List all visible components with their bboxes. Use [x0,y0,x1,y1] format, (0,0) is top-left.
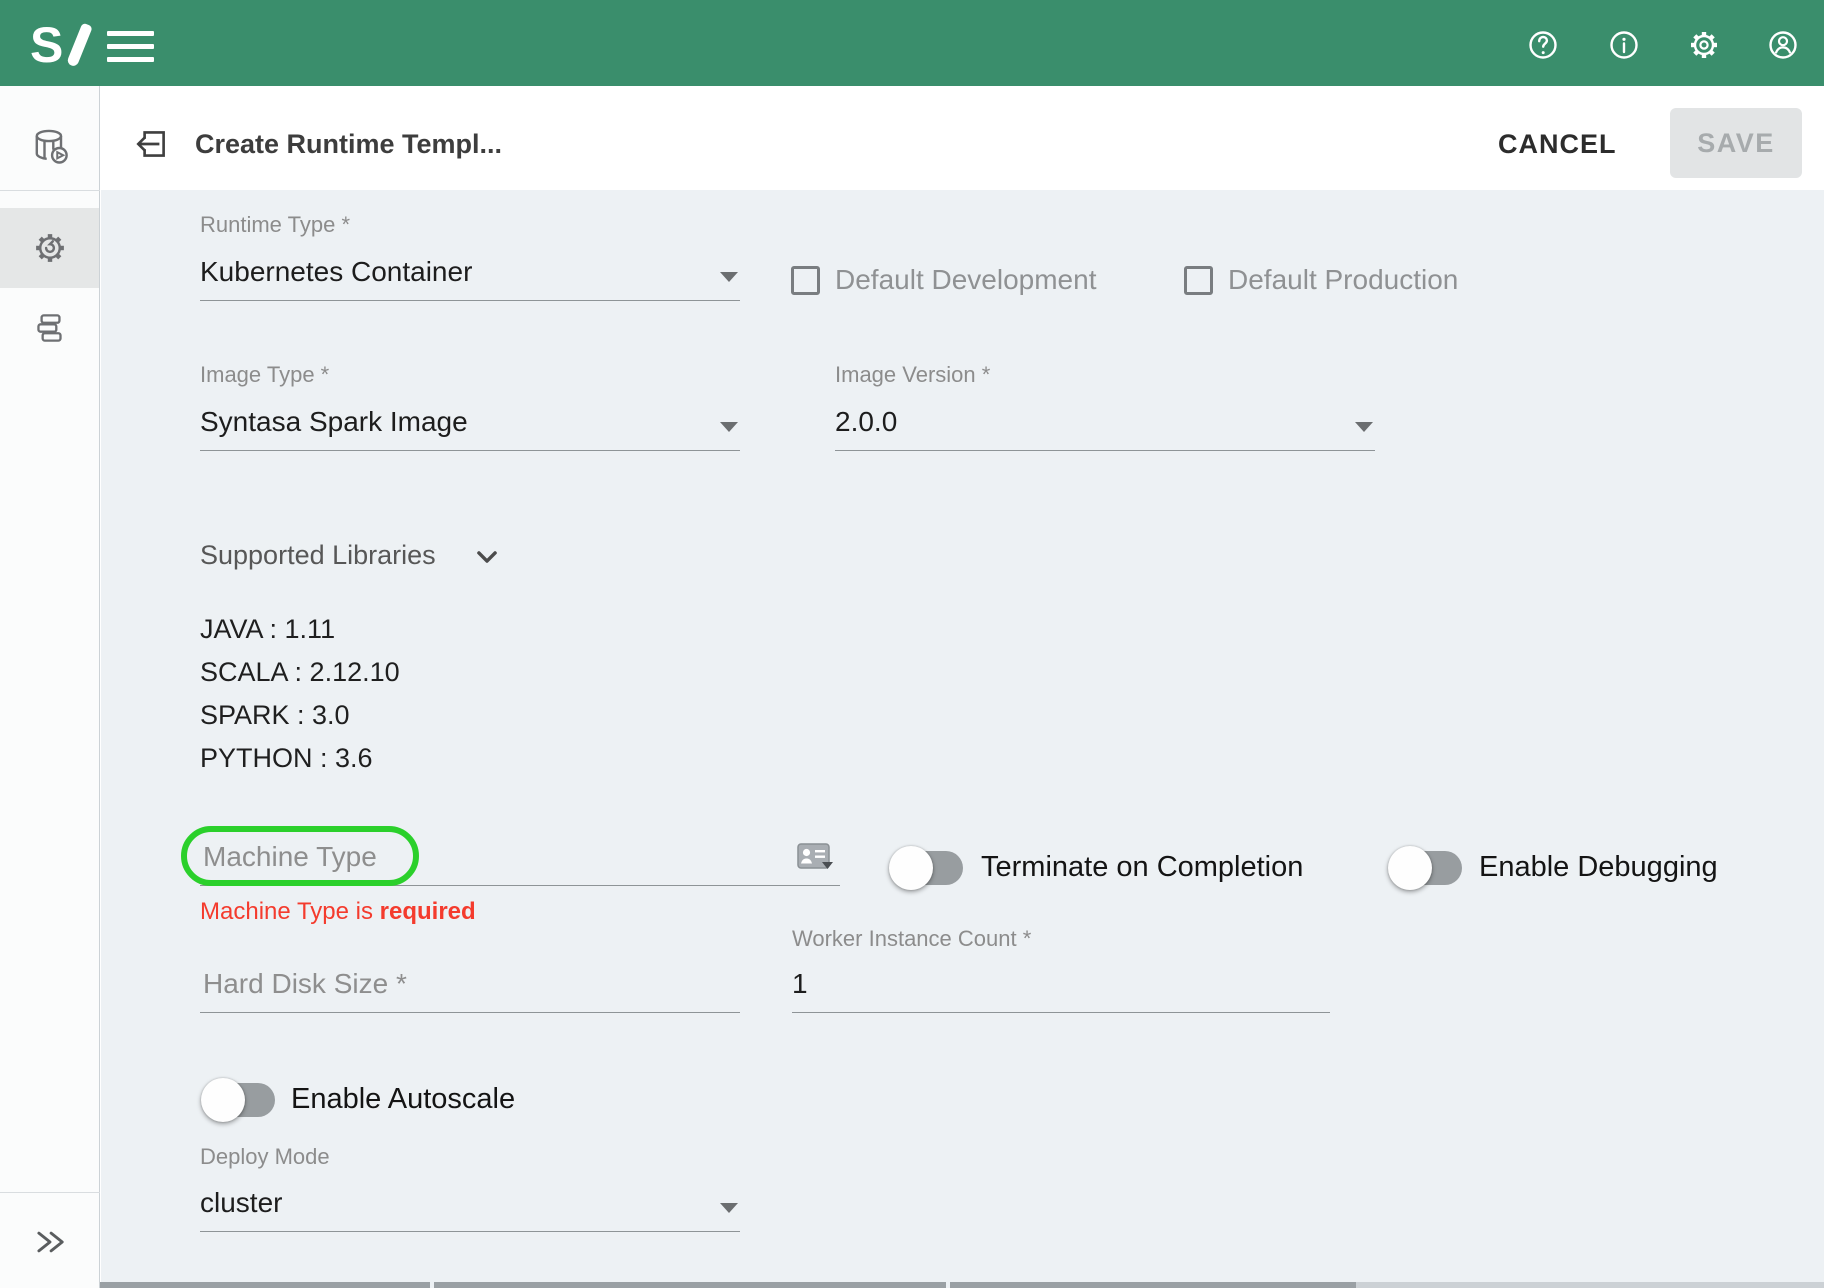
account-icon[interactable] [1765,27,1801,63]
image-version-select[interactable]: 2.0.0 [835,396,1375,451]
default-production-checkbox[interactable]: Default Production [1184,264,1458,296]
sidebar-expand-button[interactable] [0,1204,99,1279]
toggle-thumb [889,846,933,890]
deploy-mode-select[interactable]: cluster [200,1180,740,1232]
page-title: Create Runtime Templ... [195,129,502,160]
enable-autoscale-toggle[interactable] [205,1083,275,1117]
worker-instance-count-label: Worker Instance Count * [792,926,1031,952]
worker-instance-count-input[interactable]: 1 [792,960,1330,1013]
save-button[interactable]: SAVE [1670,108,1802,178]
chevron-down-icon [720,422,738,432]
admin-gear-icon [30,228,70,268]
runtime-type-label: Runtime Type * [200,212,350,238]
annotation-highlight-ellipse [181,826,419,886]
terminate-on-completion-toggle[interactable] [893,851,963,885]
app-window: S [0,0,1824,1288]
chevron-down-icon [1355,422,1373,432]
supported-libraries-label: Supported Libraries [200,540,436,571]
deploy-mode-label: Deploy Mode [200,1144,330,1170]
back-exit-icon[interactable] [133,125,171,163]
enable-debugging-label: Enable Debugging [1479,851,1718,884]
default-production-label: Default Production [1228,264,1458,296]
cancel-button[interactable]: CANCEL [1498,129,1617,160]
enable-autoscale-label: Enable Autoscale [291,1083,515,1116]
horizontal-scrollbar[interactable] [434,1282,946,1288]
hard-disk-size-placeholder: Hard Disk Size * [203,968,407,1000]
machine-type-error: Machine Type is required [200,898,476,926]
enable-debugging-toggle[interactable] [1392,851,1462,885]
image-type-label: Image Type * [200,362,329,388]
checkbox-box-icon [1184,266,1213,295]
logo-letter: S [30,16,61,74]
image-type-select[interactable]: Syntasa Spark Image [200,396,740,451]
autofill-contact-icon[interactable] [797,843,835,873]
hard-disk-size-input[interactable]: Hard Disk Size * [200,960,740,1013]
chevron-down-icon [720,1203,738,1213]
syntasa-logo[interactable]: S [30,16,100,70]
deploy-mode-value: cluster [200,1187,282,1219]
runtime-type-select[interactable]: Kubernetes Container [200,246,740,301]
horizontal-scrollbar[interactable] [950,1282,1356,1288]
library-scala: SCALA : 2.12.10 [200,657,400,688]
scrollbar-track [1356,1282,1824,1288]
image-version-value: 2.0.0 [835,406,897,438]
supported-libraries-collapse-toggle[interactable] [472,542,502,572]
image-version-label: Image Version * [835,362,990,388]
left-sidebar [0,86,100,1288]
terminate-on-completion-label: Terminate on Completion [981,851,1303,884]
chevron-down-icon [720,272,738,282]
sidebar-item-datasets[interactable] [0,104,99,189]
info-icon[interactable] [1606,27,1642,63]
worker-instance-count-value: 1 [792,968,808,1000]
library-java: JAVA : 1.11 [200,614,335,645]
sidebar-item-admin-settings[interactable] [0,208,99,288]
library-spark: SPARK : 3.0 [200,700,350,731]
checkbox-box-icon [791,266,820,295]
database-run-icon [28,125,72,169]
form-content-area [101,190,1824,1288]
toggle-thumb [1388,846,1432,890]
sidebar-divider-bottom [0,1192,100,1193]
default-development-label: Default Development [835,264,1096,296]
expand-double-chevron-icon [30,1222,70,1262]
sidebar-item-processes[interactable] [0,288,99,368]
runtime-type-value: Kubernetes Container [200,256,472,288]
chevron-down-icon [472,542,502,572]
horizontal-scrollbar[interactable] [100,1282,430,1288]
stack-icon [29,307,71,349]
menu-icon[interactable] [107,31,154,62]
image-type-value: Syntasa Spark Image [200,406,468,438]
library-python: PYTHON : 3.6 [200,743,373,774]
logo-stroke [66,23,93,68]
sidebar-divider-top [0,190,100,191]
toggle-thumb [201,1078,245,1122]
default-development-checkbox[interactable]: Default Development [791,264,1096,296]
top-app-bar: S [0,0,1824,86]
help-icon[interactable] [1525,27,1561,63]
settings-icon[interactable] [1686,27,1722,63]
